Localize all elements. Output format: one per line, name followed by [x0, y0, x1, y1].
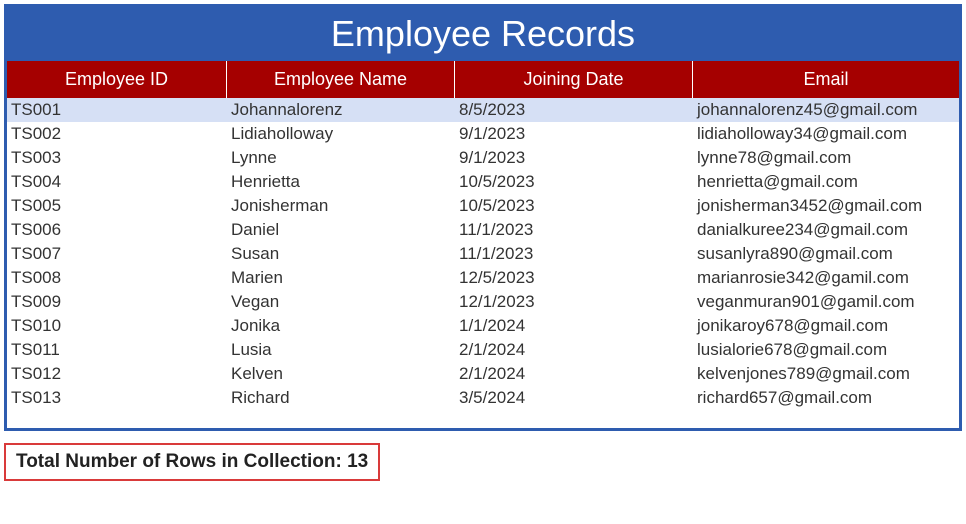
cell-joining-date: 3/5/2024 — [455, 386, 693, 410]
cell-employee-id: TS005 — [7, 194, 227, 218]
total-rows-box: Total Number of Rows in Collection: 13 — [4, 443, 380, 481]
table-row[interactable]: TS002Lidiaholloway9/1/2023lidiaholloway3… — [7, 122, 959, 146]
cell-email: veganmuran901@gamil.com — [693, 290, 959, 314]
cell-employee-id: TS011 — [7, 338, 227, 362]
cell-email: jonikaroy678@gmail.com — [693, 314, 959, 338]
cell-joining-date: 1/1/2024 — [455, 314, 693, 338]
cell-email: susanlyra890@gmail.com — [693, 242, 959, 266]
cell-employee-name: Richard — [227, 386, 455, 410]
cell-employee-name: Vegan — [227, 290, 455, 314]
cell-email: richard657@gmail.com — [693, 386, 959, 410]
table-row[interactable]: TS010Jonika1/1/2024jonikaroy678@gmail.co… — [7, 314, 959, 338]
cell-joining-date: 10/5/2023 — [455, 194, 693, 218]
cell-joining-date: 9/1/2023 — [455, 122, 693, 146]
table-body: TS001Johannalorenz8/5/2023johannalorenz4… — [7, 98, 959, 410]
cell-employee-name: Marien — [227, 266, 455, 290]
cell-employee-id: TS010 — [7, 314, 227, 338]
cell-email: kelvenjones789@gmail.com — [693, 362, 959, 386]
cell-employee-id: TS007 — [7, 242, 227, 266]
column-header-id: Employee ID — [7, 61, 227, 98]
cell-email: lusialorie678@gmail.com — [693, 338, 959, 362]
cell-employee-id: TS009 — [7, 290, 227, 314]
table-row[interactable]: TS011Lusia2/1/2024lusialorie678@gmail.co… — [7, 338, 959, 362]
table-spacer — [7, 410, 959, 428]
cell-email: lidiaholloway34@gmail.com — [693, 122, 959, 146]
cell-employee-id: TS004 — [7, 170, 227, 194]
cell-employee-name: Jonika — [227, 314, 455, 338]
cell-employee-id: TS012 — [7, 362, 227, 386]
table-row[interactable]: TS012Kelven2/1/2024kelvenjones789@gmail.… — [7, 362, 959, 386]
cell-employee-name: Jonisherman — [227, 194, 455, 218]
column-header-date: Joining Date — [455, 61, 693, 98]
cell-joining-date: 9/1/2023 — [455, 146, 693, 170]
cell-email: marianrosie342@gamil.com — [693, 266, 959, 290]
cell-employee-id: TS008 — [7, 266, 227, 290]
cell-employee-name: Lidiaholloway — [227, 122, 455, 146]
cell-joining-date: 8/5/2023 — [455, 98, 693, 122]
cell-email: jonisherman3452@gmail.com — [693, 194, 959, 218]
page-title: Employee Records — [7, 7, 959, 61]
column-header-email: Email — [693, 61, 959, 98]
table-row[interactable]: TS001Johannalorenz8/5/2023johannalorenz4… — [7, 98, 959, 122]
cell-employee-name: Lusia — [227, 338, 455, 362]
table-row[interactable]: TS004Henrietta10/5/2023henrietta@gmail.c… — [7, 170, 959, 194]
cell-employee-name: Kelven — [227, 362, 455, 386]
table-row[interactable]: TS008Marien12/5/2023marianrosie342@gamil… — [7, 266, 959, 290]
cell-email: danialkuree234@gmail.com — [693, 218, 959, 242]
table-row[interactable]: TS013Richard3/5/2024richard657@gmail.com — [7, 386, 959, 410]
table-row[interactable]: TS007Susan11/1/2023susanlyra890@gmail.co… — [7, 242, 959, 266]
cell-employee-name: Daniel — [227, 218, 455, 242]
cell-email: henrietta@gmail.com — [693, 170, 959, 194]
cell-joining-date: 2/1/2024 — [455, 362, 693, 386]
cell-joining-date: 2/1/2024 — [455, 338, 693, 362]
cell-joining-date: 10/5/2023 — [455, 170, 693, 194]
cell-joining-date: 12/5/2023 — [455, 266, 693, 290]
cell-employee-id: TS002 — [7, 122, 227, 146]
cell-employee-name: Lynne — [227, 146, 455, 170]
cell-joining-date: 12/1/2023 — [455, 290, 693, 314]
cell-email: johannalorenz45@gmail.com — [693, 98, 959, 122]
cell-employee-id: TS003 — [7, 146, 227, 170]
cell-employee-id: TS001 — [7, 98, 227, 122]
cell-joining-date: 11/1/2023 — [455, 218, 693, 242]
table-row[interactable]: TS005Jonisherman10/5/2023jonisherman3452… — [7, 194, 959, 218]
cell-email: lynne78@gmail.com — [693, 146, 959, 170]
cell-employee-id: TS013 — [7, 386, 227, 410]
total-rows-count: 13 — [347, 451, 368, 472]
cell-employee-name: Henrietta — [227, 170, 455, 194]
table-row[interactable]: TS003Lynne9/1/2023lynne78@gmail.com — [7, 146, 959, 170]
table-row[interactable]: TS009Vegan12/1/2023veganmuran901@gamil.c… — [7, 290, 959, 314]
table-header-row: Employee ID Employee Name Joining Date E… — [7, 61, 959, 98]
cell-employee-id: TS006 — [7, 218, 227, 242]
total-rows-label: Total Number of Rows in Collection: — [16, 451, 347, 472]
column-header-name: Employee Name — [227, 61, 455, 98]
cell-joining-date: 11/1/2023 — [455, 242, 693, 266]
employee-records-container: Employee Records Employee ID Employee Na… — [4, 4, 962, 431]
cell-employee-name: Johannalorenz — [227, 98, 455, 122]
table-row[interactable]: TS006Daniel11/1/2023danialkuree234@gmail… — [7, 218, 959, 242]
cell-employee-name: Susan — [227, 242, 455, 266]
